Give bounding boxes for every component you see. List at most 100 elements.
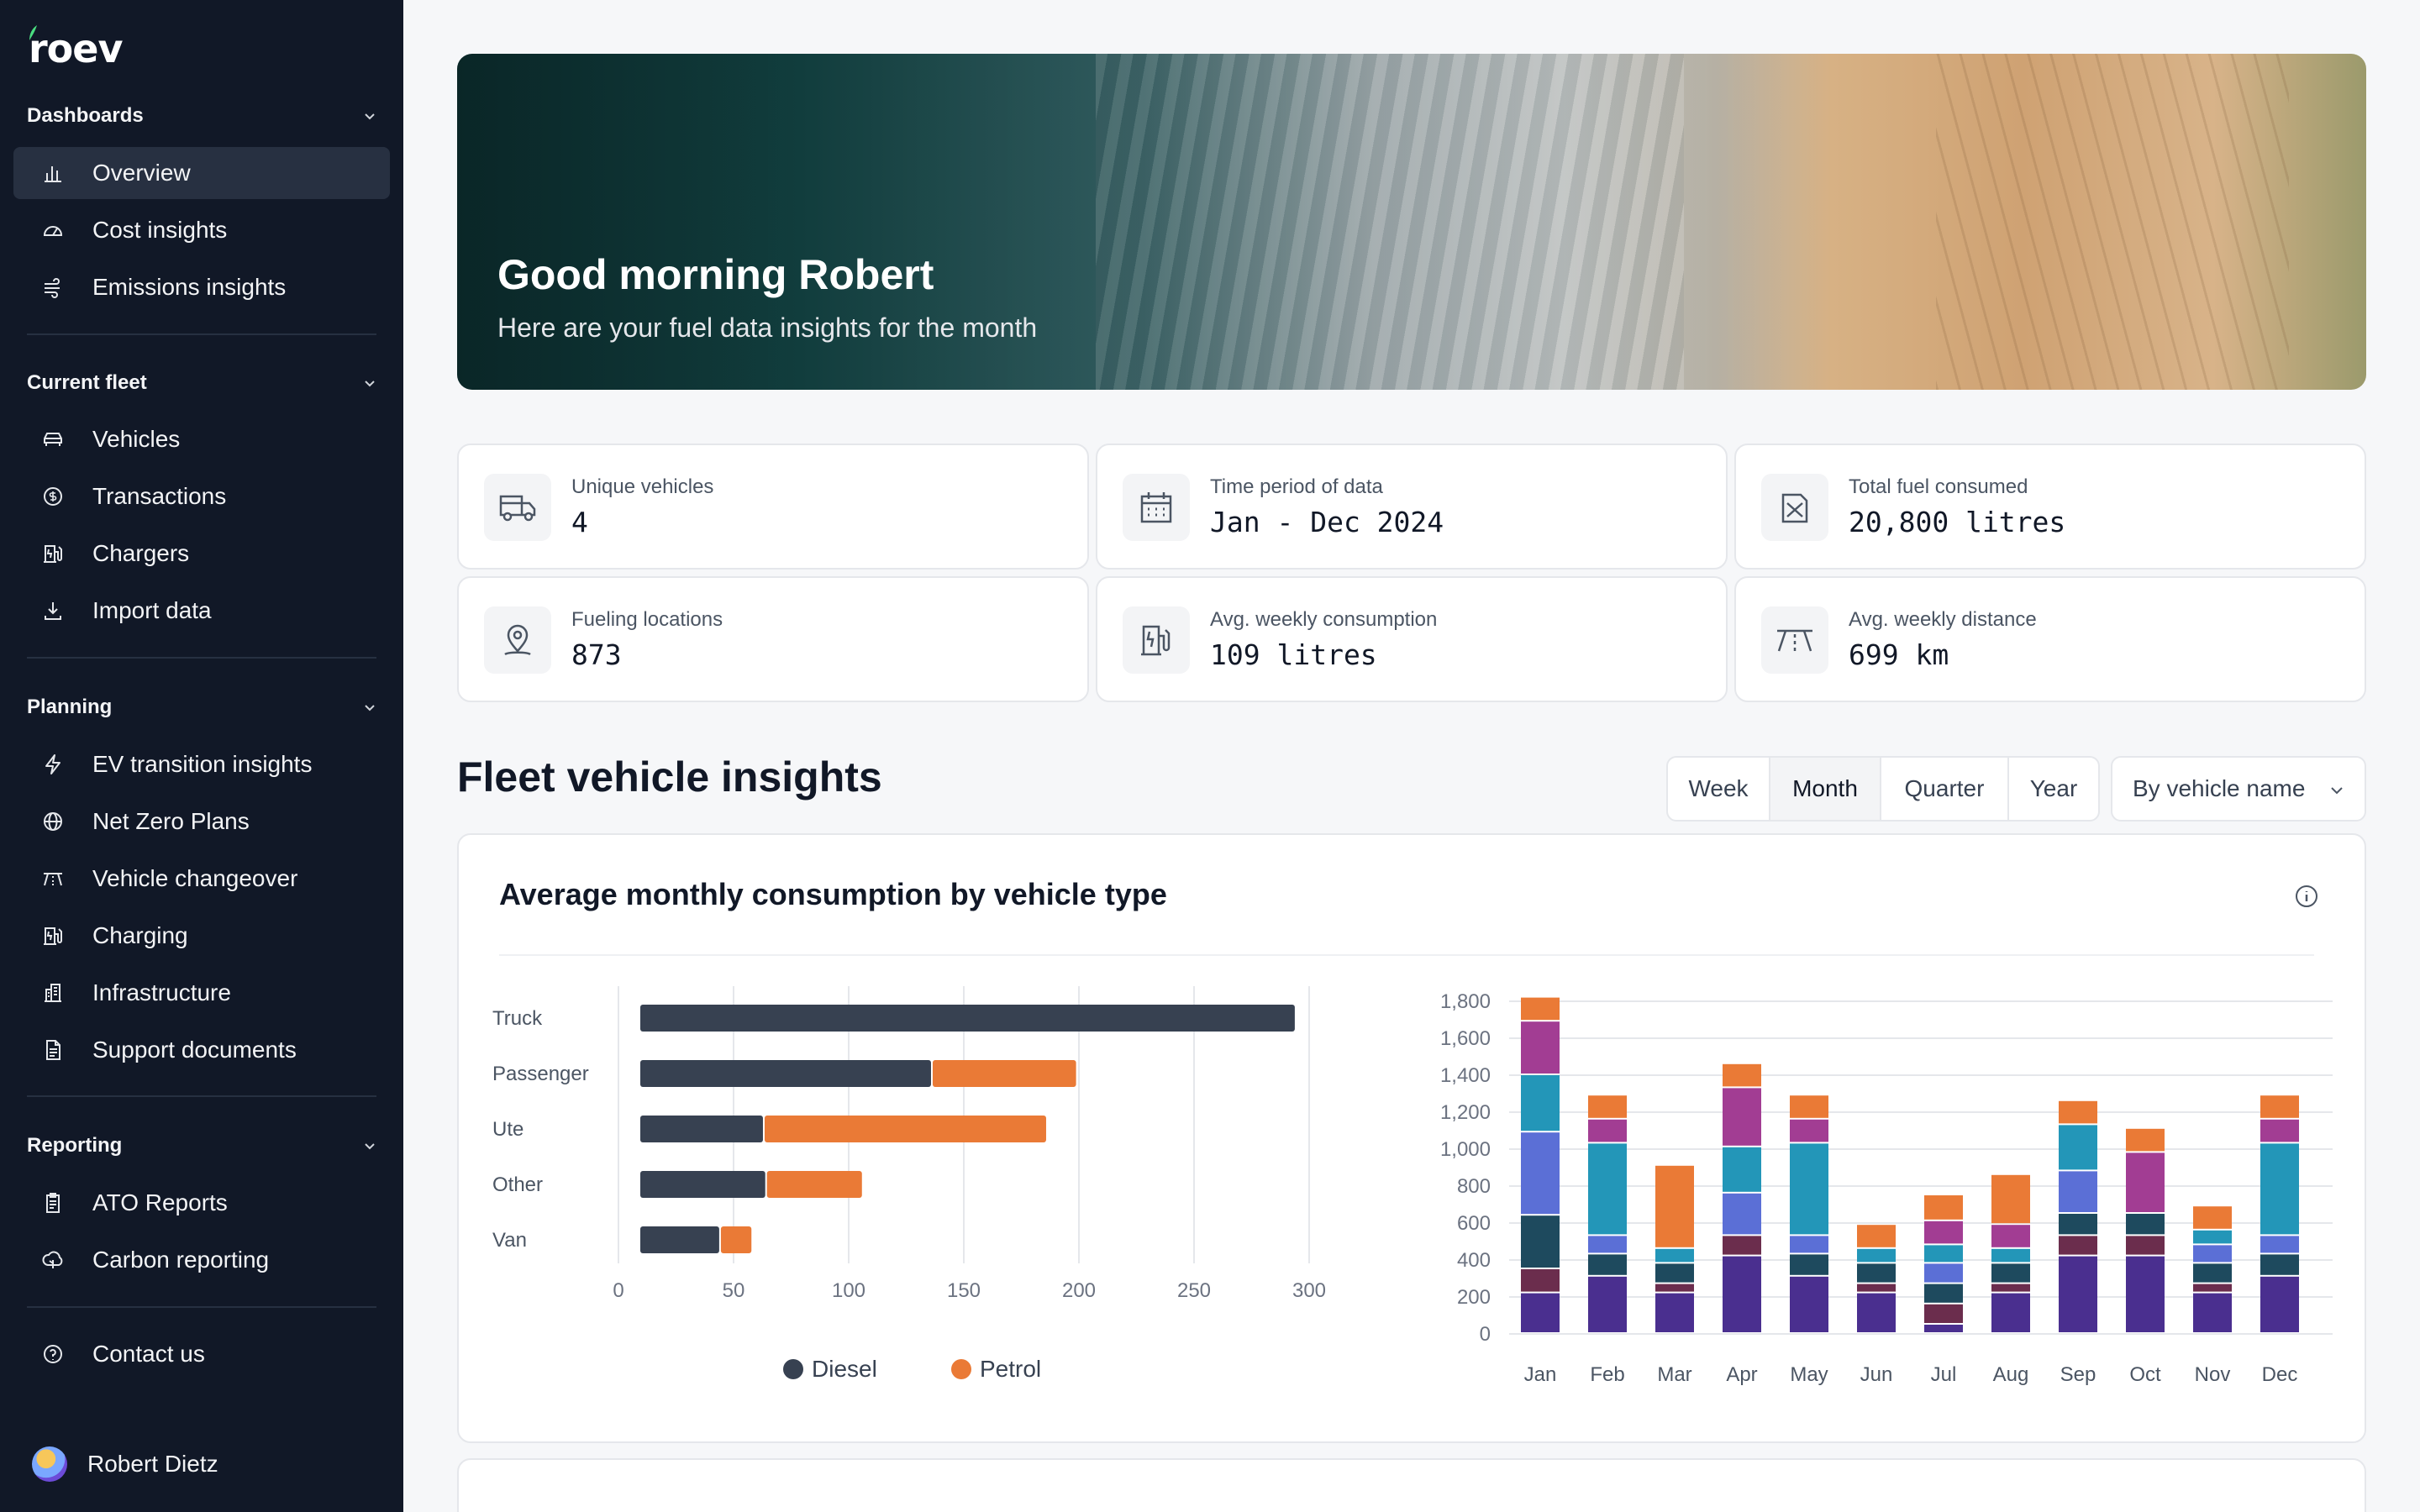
stack-segment xyxy=(2260,1143,2299,1235)
stack-segment xyxy=(1521,1215,1560,1268)
stack-segment xyxy=(2260,1119,2299,1142)
section-planning[interactable]: Planning xyxy=(27,690,376,724)
stack-segment xyxy=(2193,1245,2232,1263)
x-category-label: Jun xyxy=(1860,1363,1893,1386)
stack-segment xyxy=(2126,1152,2165,1212)
stack-segment xyxy=(2059,1125,2097,1170)
sidebar-item-transactions[interactable]: Transactions xyxy=(13,470,390,522)
sidebar-item-emissions-insights[interactable]: Emissions insights xyxy=(13,261,390,313)
y-category-label: Truck xyxy=(492,1007,543,1030)
x-category-label: Dec xyxy=(2262,1363,2298,1386)
stack-segment xyxy=(1991,1174,2030,1224)
section-dashboards[interactable]: Dashboards xyxy=(27,99,376,133)
info-icon[interactable] xyxy=(2294,884,2319,909)
sidebar-item-overview[interactable]: Overview xyxy=(13,147,390,199)
consumption-chart-card: Average monthly consumption by vehicle t… xyxy=(457,833,2366,1443)
avatar xyxy=(32,1446,67,1482)
stack-segment xyxy=(2193,1206,2232,1229)
stack-segment xyxy=(1924,1195,1963,1220)
y-category-label: Van xyxy=(492,1229,527,1252)
x-category-label: Apr xyxy=(1726,1363,1757,1386)
stack-segment xyxy=(2260,1254,2299,1275)
bar-diesel xyxy=(640,1116,763,1142)
sidebar-item-cost-insights[interactable]: Cost insights xyxy=(13,204,390,256)
y-tick-label: 600 xyxy=(1457,1212,1491,1235)
stacked-bar-chart: 0 200 400 600 800 1,000 1,200 1,400 1,600 1,800 Ja… xyxy=(1440,990,2333,1386)
x-category-label: May xyxy=(1790,1363,1828,1386)
stack-segment xyxy=(1991,1263,2030,1283)
stack-segment xyxy=(1521,1293,1560,1332)
period-quarter[interactable]: Quarter xyxy=(1881,758,2009,820)
legend-diesel[interactable]: Diesel xyxy=(783,1356,877,1383)
leaf-cloud-icon xyxy=(40,1247,66,1273)
stack-segment xyxy=(1924,1245,1963,1263)
sidebar-item-ato-reports[interactable]: ATO Reports xyxy=(13,1177,390,1229)
x-category-label: Nov xyxy=(2195,1363,2231,1386)
user-profile[interactable]: Robert Dietz xyxy=(32,1446,218,1482)
bar-diesel xyxy=(640,1226,719,1253)
sidebar-item-contact-us[interactable]: Contact us xyxy=(13,1328,390,1380)
x-category-label: Feb xyxy=(1590,1363,1624,1386)
fuel-pump-icon xyxy=(1123,606,1190,674)
stack-segment xyxy=(2193,1284,2232,1292)
section-reporting[interactable]: Reporting xyxy=(27,1129,376,1163)
calendar-icon xyxy=(1123,474,1190,541)
y-tick-label: 200 xyxy=(1457,1286,1491,1309)
period-month[interactable]: Month xyxy=(1770,758,1881,820)
sidebar-item-vehicle-changeover[interactable]: Vehicle changeover xyxy=(13,853,390,905)
stack-segment xyxy=(1991,1293,2030,1332)
stack-segment xyxy=(1655,1248,1694,1263)
sidebar-item-net-zero-plans[interactable]: Net Zero Plans xyxy=(13,795,390,848)
leaf-icon xyxy=(29,25,37,40)
bar-petrol xyxy=(720,1226,752,1253)
stat-card-time-period: Time period of data Jan - Dec 2024 xyxy=(1096,444,1728,570)
chevron-down-icon xyxy=(365,381,375,387)
y-category-label: Ute xyxy=(492,1118,523,1141)
group-by-select[interactable]: By vehicle name xyxy=(2111,756,2366,822)
y-tick-label: 1,800 xyxy=(1440,990,1491,1013)
sidebar-item-infrastructure[interactable]: Infrastructure xyxy=(13,967,390,1019)
bar-petrol xyxy=(766,1171,862,1198)
globe-icon xyxy=(40,809,66,834)
stack-segment xyxy=(1857,1225,1896,1247)
period-week[interactable]: Week xyxy=(1668,758,1770,820)
stack-segment xyxy=(1723,1088,1761,1146)
stack-segment xyxy=(1857,1284,1896,1292)
stack-segment xyxy=(1790,1276,1828,1332)
stack-segment xyxy=(1924,1304,1963,1323)
stack-segment xyxy=(1790,1236,1828,1253)
y-category-label: Other xyxy=(492,1173,543,1196)
roev-logo[interactable]: roev xyxy=(29,25,123,72)
sidebar-item-charging[interactable]: Charging xyxy=(13,910,390,962)
bar-diesel xyxy=(640,1060,931,1087)
y-tick-label: 0 xyxy=(1480,1323,1491,1346)
sidebar: roev Dashboards Overview Cost insights E… xyxy=(0,0,403,1512)
x-category-label: Mar xyxy=(1657,1363,1691,1386)
stack-segment xyxy=(2193,1293,2232,1332)
road-icon xyxy=(40,866,66,891)
legend-petrol[interactable]: Petrol xyxy=(951,1356,1041,1383)
greeting-subtitle: Here are your fuel data insights for the… xyxy=(497,312,1038,343)
truck-icon xyxy=(484,474,551,541)
sidebar-item-ev-transition-insights[interactable]: EV transition insights xyxy=(13,738,390,790)
stack-segment xyxy=(2059,1214,2097,1235)
stack-segment xyxy=(1521,1075,1560,1131)
sidebar-item-import-data[interactable]: Import data xyxy=(13,585,390,637)
bar-petrol xyxy=(932,1060,1076,1087)
chevron-down-icon xyxy=(365,705,375,711)
x-tick-label: 250 xyxy=(1177,1279,1211,1302)
sidebar-item-support-documents[interactable]: Support documents xyxy=(13,1024,390,1076)
sidebar-item-carbon-reporting[interactable]: Carbon reporting xyxy=(13,1234,390,1286)
building-icon xyxy=(40,980,66,1005)
next-chart-card xyxy=(457,1458,2366,1512)
section-current-fleet[interactable]: Current fleet xyxy=(27,366,376,400)
horizontal-bar-chart: 0 50 100 150 200 250 300 Truck Passenger Ute Other… xyxy=(492,986,1326,1302)
stat-card-unique-vehicles: Unique vehicles 4 xyxy=(457,444,1089,570)
period-year[interactable]: Year xyxy=(2009,758,2098,820)
stack-segment xyxy=(2260,1276,2299,1332)
sidebar-item-chargers[interactable]: Chargers xyxy=(13,528,390,580)
stack-segment xyxy=(2193,1230,2232,1244)
x-category-label: Jan xyxy=(1524,1363,1557,1386)
stack-segment xyxy=(2260,1236,2299,1253)
sidebar-item-vehicles[interactable]: Vehicles xyxy=(13,413,390,465)
